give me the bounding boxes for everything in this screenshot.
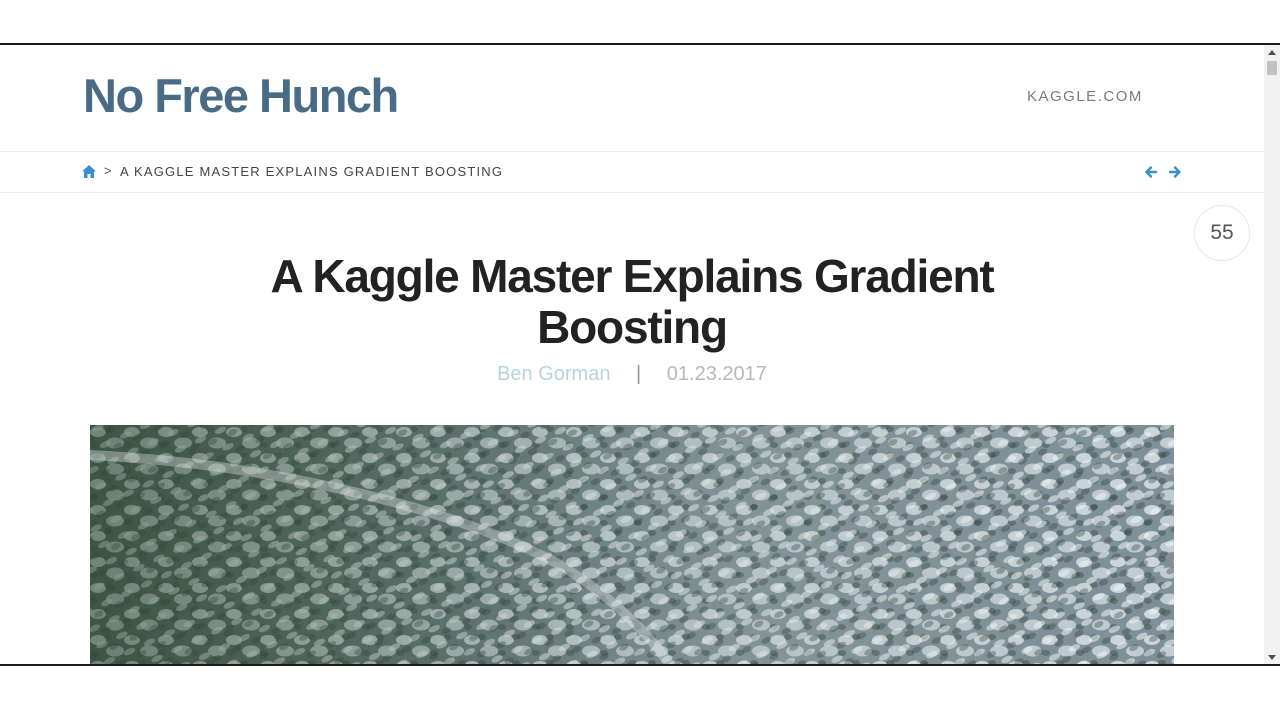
arrow-left-icon[interactable] — [1144, 165, 1158, 179]
meta-separator: | — [636, 363, 642, 385]
vertical-scrollbar[interactable] — [1264, 45, 1280, 664]
comment-count-badge[interactable]: 55 — [1194, 205, 1250, 261]
aerial-snowy-forest-photo — [90, 425, 1174, 664]
post-meta: Ben Gorman | 01.23.2017 — [232, 363, 1032, 386]
post-title: A Kaggle Master Explains Gradient Boosti… — [270, 250, 994, 353]
kaggle-link[interactable]: KAGGLE.COM — [1027, 88, 1143, 105]
hero-image — [90, 425, 1174, 664]
home-icon[interactable] — [82, 165, 96, 178]
site-title[interactable]: No Free Hunch — [83, 67, 399, 125]
scrollbar-thumb[interactable] — [1267, 61, 1277, 75]
breadcrumb-current: A KAGGLE MASTER EXPLAINS GRADIENT BOOSTI… — [120, 164, 504, 179]
page-viewport: No Free Hunch KAGGLE.COM > A KAGGLE MAST… — [0, 45, 1264, 664]
scroll-down-arrow-icon[interactable] — [1264, 650, 1280, 664]
arrow-right-icon[interactable] — [1168, 165, 1182, 179]
post-date: 01.23.2017 — [666, 363, 767, 385]
breadcrumb: > A KAGGLE MASTER EXPLAINS GRADIENT BOOS… — [0, 152, 1264, 193]
site-header: No Free Hunch KAGGLE.COM — [0, 45, 1264, 152]
breadcrumb-separator: > — [104, 163, 112, 178]
scroll-up-arrow-icon[interactable] — [1264, 45, 1280, 59]
author-link[interactable]: Ben Gorman — [497, 363, 610, 385]
browser-frame: No Free Hunch KAGGLE.COM > A KAGGLE MAST… — [0, 43, 1280, 666]
